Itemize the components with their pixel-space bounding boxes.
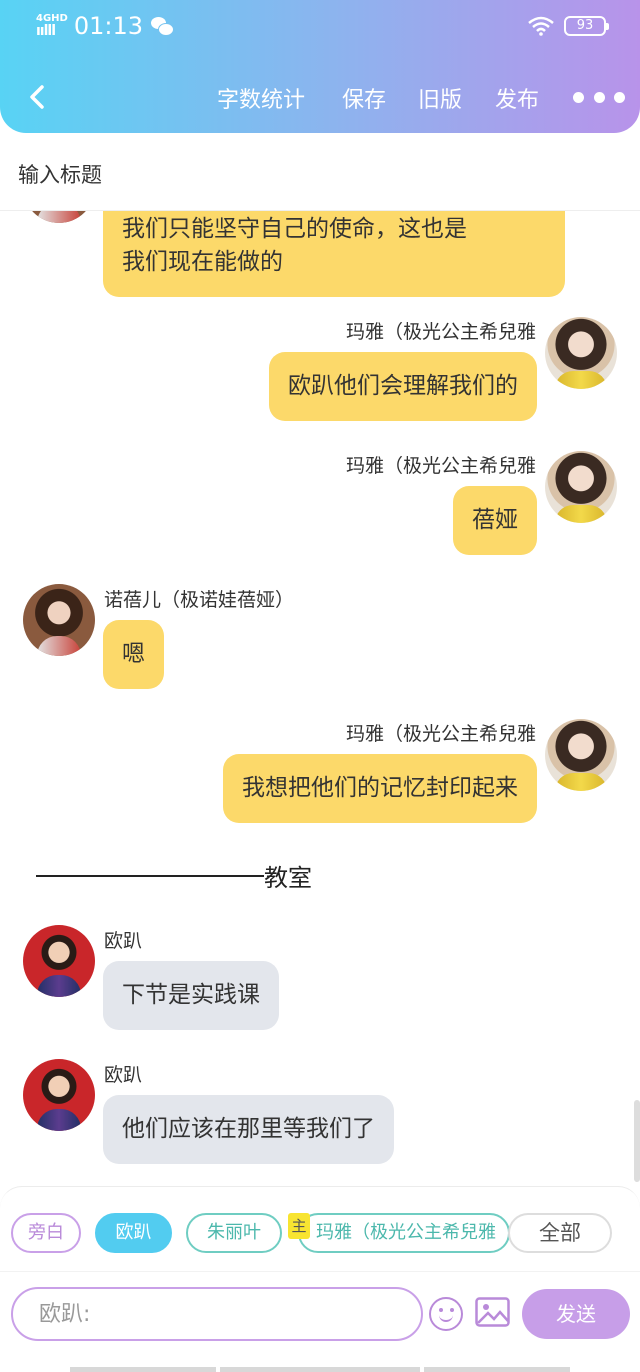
home-indicator: [220, 1367, 420, 1372]
divider-line: [36, 874, 264, 877]
avatar[interactable]: [23, 211, 95, 223]
role-chip-oupa[interactable]: 欧趴: [95, 1213, 172, 1253]
message-text: 我们现在能做的: [122, 249, 283, 275]
composer-panel: 旁白 欧趴 朱丽叶 主 玛雅（极光公主希兒雅 全部 发送: [0, 1186, 640, 1372]
host-badge: 主: [288, 1213, 310, 1239]
message-text: 我们只能坚守自己的使命，这也是: [122, 216, 467, 242]
word-count-button[interactable]: 字数统计: [217, 82, 305, 114]
smiley-icon[interactable]: [429, 1297, 463, 1331]
old-version-button[interactable]: 旧版: [418, 82, 462, 114]
divider: [0, 1271, 640, 1272]
all-roles-button[interactable]: 全部: [508, 1213, 612, 1253]
chevron-left-icon[interactable]: [24, 82, 54, 112]
scene-divider[interactable]: 教室: [36, 858, 312, 893]
title-input-placeholder: 输入标题: [18, 163, 102, 187]
scrollbar[interactable]: [634, 1100, 640, 1182]
wifi-icon: [528, 16, 554, 36]
avatar[interactable]: [545, 719, 617, 791]
send-button[interactable]: 发送: [522, 1289, 630, 1339]
avatar[interactable]: [545, 317, 617, 389]
wechat-icon: [151, 17, 175, 36]
publish-button[interactable]: 发布: [495, 82, 539, 114]
message-bubble[interactable]: 我们只能坚守自己的使命，这也是 我们现在能做的: [103, 211, 565, 297]
home-indicator: [424, 1367, 570, 1372]
save-button[interactable]: 保存: [342, 82, 386, 114]
speaker-name: 玛雅（极光公主希兒雅: [345, 723, 536, 745]
chat-area: 我们只能坚守自己的使命，这也是 我们现在能做的 玛雅（极光公主希兒雅 欧趴他们会…: [0, 211, 640, 1186]
speaker-name: 欧趴: [104, 1064, 143, 1086]
status-bar: 4GHD ıılll 01:13 93: [36, 10, 609, 42]
speaker-name: 欧趴: [104, 930, 143, 952]
avatar[interactable]: [23, 925, 95, 997]
role-chip-juliet[interactable]: 朱丽叶: [186, 1213, 282, 1253]
message-bubble[interactable]: 欧趴他们会理解我们的: [269, 352, 537, 421]
navigation-bar: 字数统计 保存 旧版 发布: [0, 76, 640, 120]
home-indicator: [70, 1367, 216, 1372]
message-bubble[interactable]: 下节是实践课: [103, 961, 279, 1030]
title-field[interactable]: 输入标题: [0, 133, 640, 211]
role-chip-aside[interactable]: 旁白: [11, 1213, 81, 1253]
message-bubble[interactable]: 我想把他们的记忆封印起来: [223, 754, 537, 823]
message-input[interactable]: [13, 1289, 421, 1339]
clock: 01:13: [73, 12, 144, 40]
message-input-wrapper[interactable]: [11, 1287, 423, 1341]
signal-bars-icon: ıılll: [36, 23, 56, 39]
avatar[interactable]: [545, 451, 617, 523]
battery-indicator: 93: [564, 16, 609, 36]
speaker-name: 玛雅（极光公主希兒雅: [345, 321, 536, 343]
signal-indicator: 4GHD ıılll: [36, 14, 68, 39]
role-chip-maya[interactable]: 玛雅（极光公主希兒雅: [298, 1213, 510, 1253]
scene-label: 教室: [264, 864, 312, 892]
message-bubble[interactable]: 蓓娅: [453, 486, 537, 555]
avatar[interactable]: [23, 584, 95, 656]
message-bubble[interactable]: 他们应该在那里等我们了: [103, 1095, 394, 1164]
image-icon[interactable]: [475, 1297, 510, 1327]
speaker-name: 诺蓓儿（极诺娃蓓娅）: [104, 589, 295, 611]
more-dots-icon[interactable]: [573, 90, 625, 104]
top-header: 4GHD ıılll 01:13 93 字数统计 保存 旧版 发布: [0, 0, 640, 133]
avatar[interactable]: [23, 1059, 95, 1131]
message-bubble[interactable]: 嗯: [103, 620, 164, 689]
speaker-name: 玛雅（极光公主希兒雅: [345, 455, 536, 477]
